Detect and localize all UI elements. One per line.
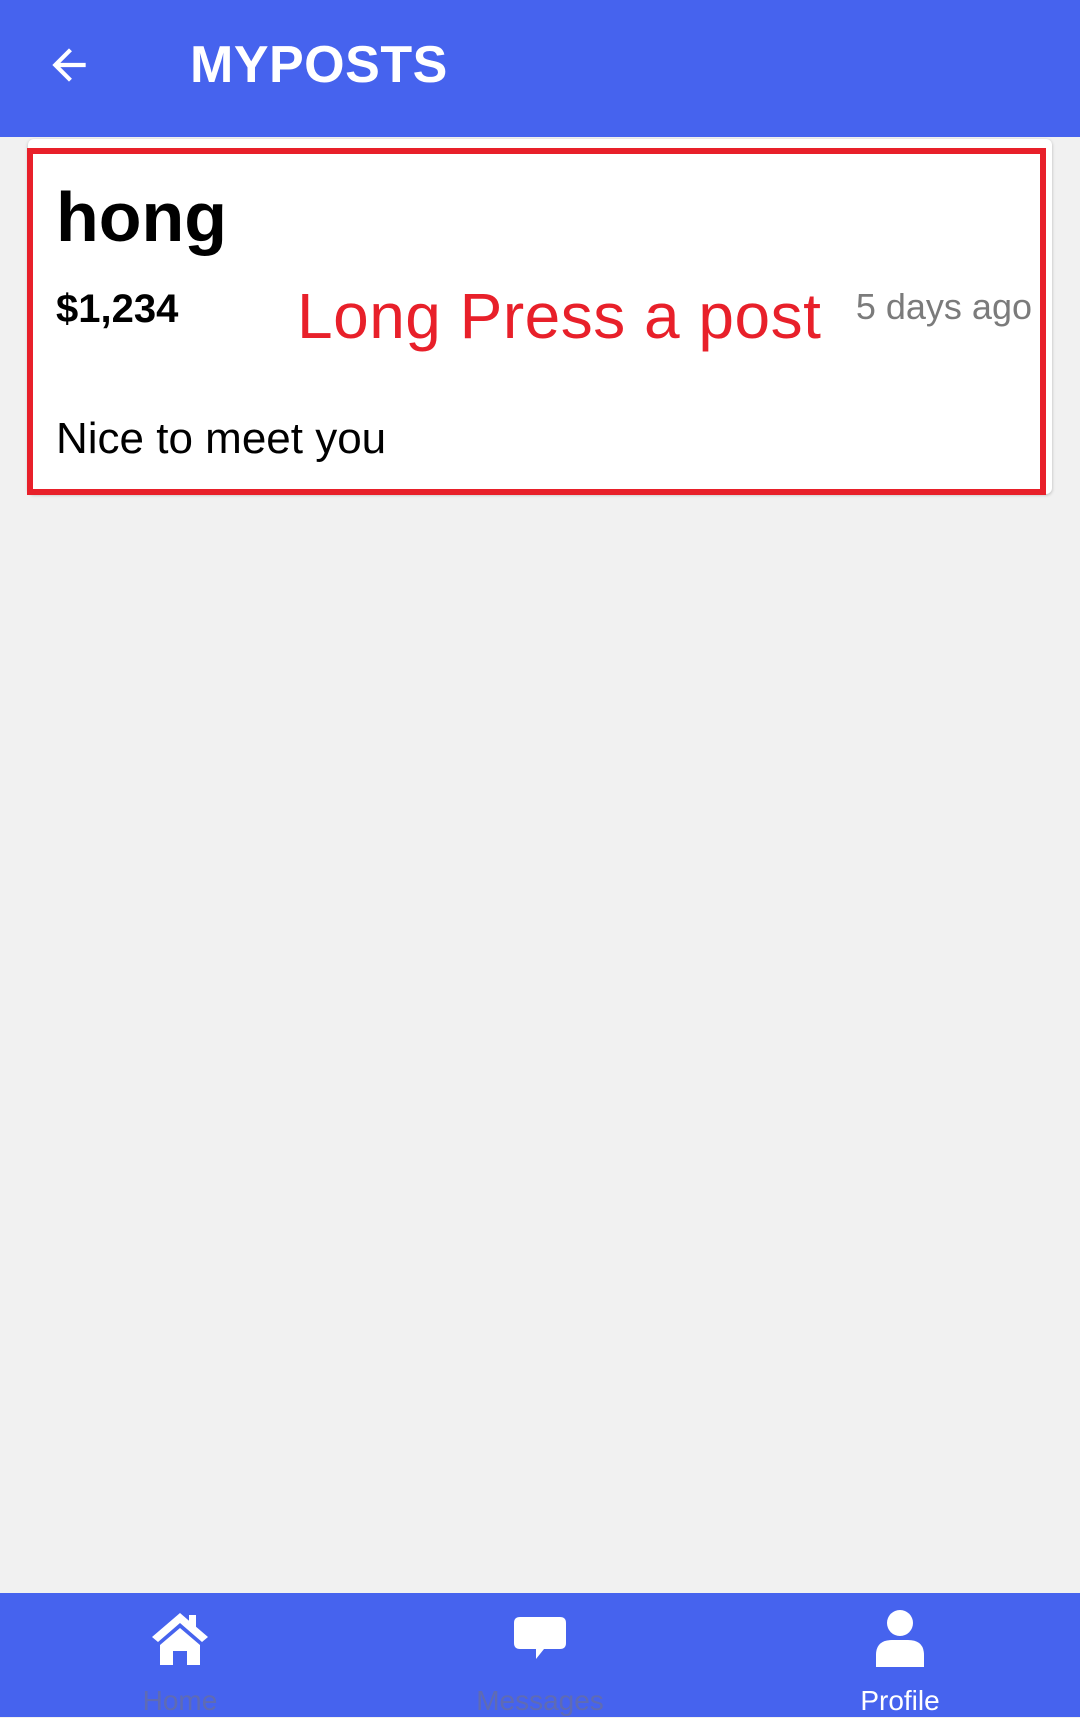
bottom-navigation: Home Messages Profile — [0, 1593, 1080, 1717]
post-title: hong — [56, 178, 228, 256]
post-timestamp: 5 days ago — [855, 286, 1032, 327]
nav-label-profile: Profile — [860, 1685, 940, 1716]
post-price: $1,234 — [56, 287, 179, 331]
nav-label-home: Home — [142, 1685, 218, 1716]
chat-bubble-icon — [508, 1607, 572, 1669]
person-icon — [868, 1607, 932, 1669]
post-card[interactable]: hong $1,234 5 days ago Nice to meet you — [28, 139, 1052, 494]
nav-item-profile[interactable]: Profile — [720, 1593, 1080, 1717]
nav-label-messages: Messages — [476, 1685, 604, 1716]
arrow-left-icon — [52, 48, 86, 82]
nav-item-home[interactable]: Home — [0, 1593, 360, 1717]
back-button[interactable] — [36, 32, 102, 98]
app-bar: MYPOSTS — [0, 0, 1080, 137]
post-body: Nice to meet you — [56, 414, 387, 463]
page-title: MYPOSTS — [190, 36, 448, 94]
posts-list: hong $1,234 5 days ago Nice to meet you — [0, 137, 1080, 1593]
nav-item-messages[interactable]: Messages — [360, 1593, 720, 1717]
home-icon — [148, 1607, 212, 1669]
